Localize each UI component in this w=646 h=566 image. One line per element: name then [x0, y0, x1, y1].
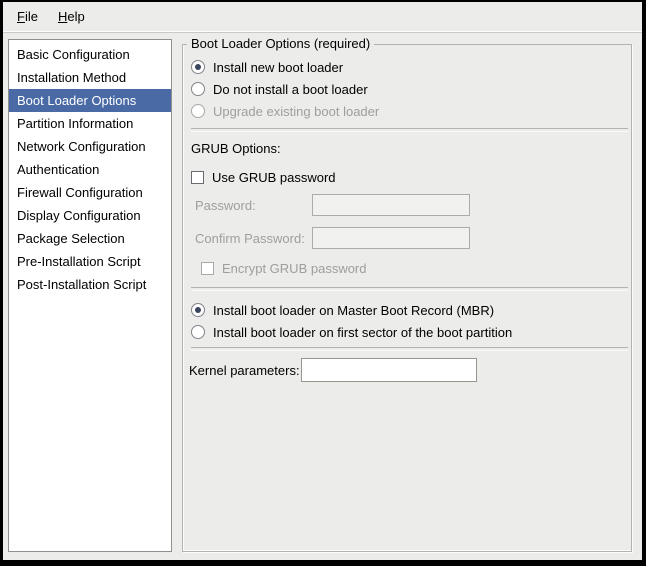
radio-upgrade-existing-boot-loader: Upgrade existing boot loader	[191, 100, 631, 122]
menu-help[interactable]: Help	[48, 6, 95, 27]
radio-button-icon	[191, 104, 205, 118]
radio-button-icon	[191, 60, 205, 74]
kernel-parameters-label: Kernel parameters:	[189, 363, 301, 378]
checkbox-use-grub-password[interactable]: Use GRUB password	[191, 166, 631, 188]
radio-label: Install new boot loader	[213, 60, 343, 75]
sidebar-item-display-configuration[interactable]: Display Configuration	[9, 204, 171, 227]
separator	[191, 128, 628, 132]
radio-label: Upgrade existing boot loader	[213, 104, 379, 119]
radio-button-icon	[191, 303, 205, 317]
checkbox-icon	[191, 171, 204, 184]
sidebar-item-package-selection[interactable]: Package Selection	[9, 227, 171, 250]
radio-do-not-install-boot-loader[interactable]: Do not install a boot loader	[191, 78, 631, 100]
kernel-parameters-input[interactable]	[301, 358, 477, 382]
sidebar-item-network-configuration[interactable]: Network Configuration	[9, 135, 171, 158]
sidebar-item-post-installation-script[interactable]: Post-Installation Script	[9, 273, 171, 296]
menu-file[interactable]: File	[7, 6, 48, 27]
radio-label: Install boot loader on first sector of t…	[213, 325, 512, 340]
grub-options-heading: GRUB Options:	[191, 140, 631, 158]
sidebar-item-firewall-configuration[interactable]: Firewall Configuration	[9, 181, 171, 204]
checkbox-label: Use GRUB password	[212, 170, 336, 185]
kickstart-configurator-window: File Help Basic Configuration Installati…	[0, 0, 646, 566]
kernel-parameters-row: Kernel parameters:	[195, 359, 631, 381]
checkbox-encrypt-grub-password: Encrypt GRUB password	[201, 257, 631, 279]
password-label: Password:	[195, 198, 312, 213]
password-input	[312, 194, 470, 216]
sidebar-item-basic-configuration[interactable]: Basic Configuration	[9, 43, 171, 66]
separator	[191, 287, 628, 291]
menu-help-label: H	[58, 9, 67, 24]
sidebar-item-partition-information[interactable]: Partition Information	[9, 112, 171, 135]
radio-install-new-boot-loader[interactable]: Install new boot loader	[191, 56, 631, 78]
radio-install-boot-loader-on-first-sector[interactable]: Install boot loader on first sector of t…	[191, 321, 631, 343]
radio-button-icon	[191, 325, 205, 339]
checkbox-icon	[201, 262, 214, 275]
radio-button-icon	[191, 82, 205, 96]
radio-label: Install boot loader on Master Boot Recor…	[213, 303, 494, 318]
menu-file-label: F	[17, 9, 25, 24]
confirm-password-row: Confirm Password:	[195, 227, 631, 249]
sidebar-item-pre-installation-script[interactable]: Pre-Installation Script	[9, 250, 171, 273]
sidebar-item-authentication[interactable]: Authentication	[9, 158, 171, 181]
sidebar-section-list: Basic Configuration Installation Method …	[8, 39, 172, 552]
sidebar-item-boot-loader-options[interactable]: Boot Loader Options	[9, 89, 171, 112]
radio-label: Do not install a boot loader	[213, 82, 368, 97]
boot-loader-options-frame: Boot Loader Options (required) Install n…	[182, 36, 632, 552]
confirm-password-label: Confirm Password:	[195, 231, 312, 246]
separator	[191, 347, 628, 351]
frame-title: Boot Loader Options (required)	[187, 36, 374, 52]
radio-install-boot-loader-on-mbr[interactable]: Install boot loader on Master Boot Recor…	[191, 299, 631, 321]
menu-bar: File Help	[3, 2, 642, 32]
confirm-password-input	[312, 227, 470, 249]
password-row: Password:	[195, 194, 631, 216]
sidebar-item-installation-method[interactable]: Installation Method	[9, 66, 171, 89]
checkbox-label: Encrypt GRUB password	[222, 261, 367, 276]
